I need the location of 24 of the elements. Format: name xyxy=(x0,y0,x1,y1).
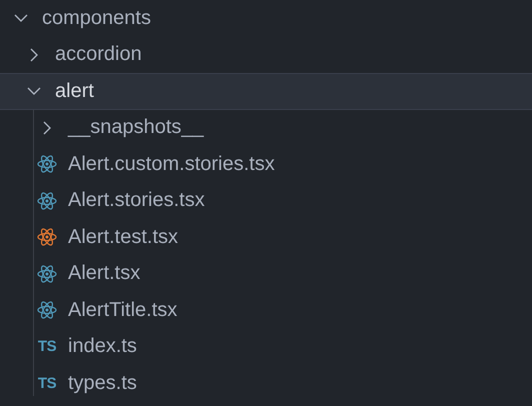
file-row[interactable]: AlertTitle.tsx xyxy=(0,292,532,328)
typescript-icon: TS xyxy=(38,338,56,356)
file-row[interactable]: Alert.tsx xyxy=(0,256,532,292)
file-row[interactable]: Alert.custom.stories.tsx xyxy=(0,146,532,182)
folder-name: accordion xyxy=(55,43,142,66)
typescript-icon: TS xyxy=(38,374,56,392)
file-name: Alert.custom.stories.tsx xyxy=(68,152,275,176)
file-name: index.ts xyxy=(68,335,137,358)
file-row[interactable]: TS types.ts xyxy=(0,365,532,402)
file-row[interactable]: Alert.stories.tsx xyxy=(0,182,532,219)
file-name: Alert.stories.tsx xyxy=(68,189,205,212)
folder-name: __snapshots__ xyxy=(68,116,204,140)
folder-row[interactable]: alert xyxy=(0,73,532,110)
file-name: AlertTitle.tsx xyxy=(68,298,178,322)
folder-row[interactable]: __snapshots__ xyxy=(0,110,532,146)
file-row[interactable]: TS index.ts xyxy=(0,328,532,365)
file-name: types.ts xyxy=(68,372,137,395)
folder-name: components xyxy=(42,6,151,30)
file-name: Alert.tsx xyxy=(68,262,140,286)
file-row[interactable]: Alert.test.tsx xyxy=(0,219,532,256)
folder-row[interactable]: accordion xyxy=(0,36,532,73)
folder-row[interactable]: components xyxy=(0,0,532,36)
file-name: Alert.test.tsx xyxy=(68,226,178,249)
folder-name: alert xyxy=(55,80,94,103)
